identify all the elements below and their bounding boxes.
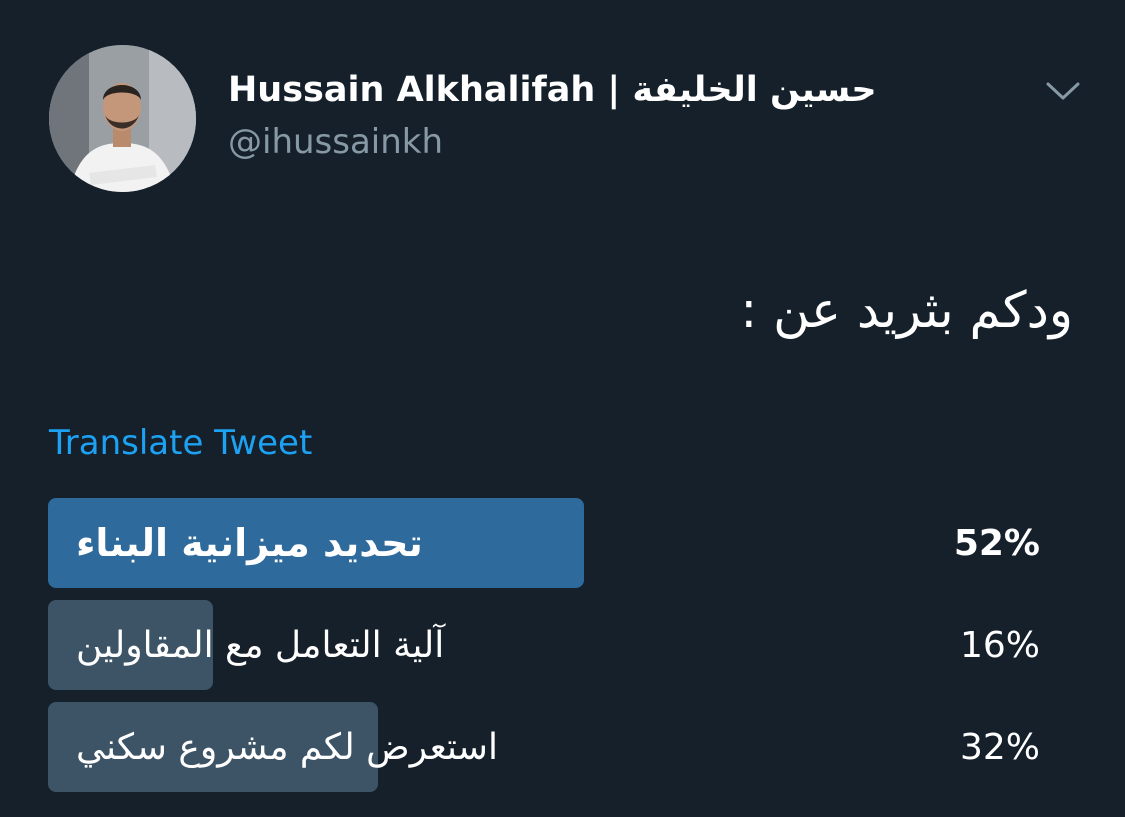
- poll-option-label: تحديد ميزانية البناء: [76, 521, 423, 565]
- poll-option-percent: 32%: [959, 726, 1040, 768]
- poll: تحديد ميزانية البناء 52% آلية التعامل مع…: [48, 498, 1048, 792]
- avatar[interactable]: [49, 45, 196, 192]
- translate-tweet-link[interactable]: Translate Tweet: [49, 420, 312, 466]
- poll-option-label: استعرض لكم مشروع سكني: [76, 726, 498, 768]
- profile-photo-icon: [49, 45, 196, 192]
- poll-option-percent: 16%: [959, 624, 1040, 666]
- display-name[interactable]: Hussain Alkhalifah | حسين الخليفة: [228, 64, 877, 116]
- poll-option[interactable]: آلية التعامل مع المقاولين 16%: [48, 600, 1048, 690]
- user-handle[interactable]: @ihussainkh: [228, 118, 443, 166]
- poll-option[interactable]: تحديد ميزانية البناء 52%: [48, 498, 1048, 588]
- poll-option-label: آلية التعامل مع المقاولين: [76, 624, 445, 666]
- poll-option-percent: 52%: [953, 522, 1040, 564]
- chevron-down-icon[interactable]: [1040, 70, 1086, 110]
- tweet-text: ودكم بثريد عن :: [740, 281, 1073, 339]
- poll-option[interactable]: استعرض لكم مشروع سكني 32%: [48, 702, 1048, 792]
